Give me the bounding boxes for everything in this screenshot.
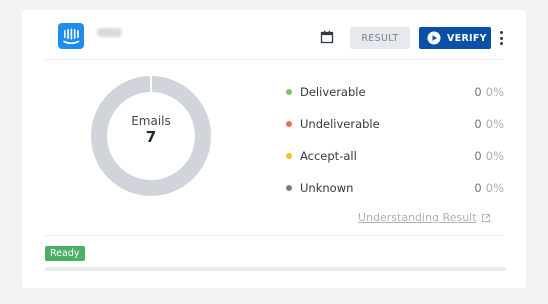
legend-percent: 0% <box>485 85 504 99</box>
legend-label: Deliverable <box>300 85 366 99</box>
verify-button-label: VERIFY <box>447 32 487 44</box>
legend-percent: 0% <box>485 181 504 195</box>
progress-bar <box>45 267 506 271</box>
divider <box>44 235 504 236</box>
legend-item-unknown: Unknown 0 0% <box>284 172 504 204</box>
legend-count: 0 <box>474 117 482 131</box>
legend-percent: 0% <box>485 149 504 163</box>
legend-label: Accept-all <box>300 149 357 163</box>
result-legend: Deliverable 0 0% Undeliverable 0 0% Acce… <box>284 76 504 204</box>
legend-count: 0 <box>474 181 482 195</box>
legend-percent: 0% <box>485 117 504 131</box>
accept-all-dot-icon <box>286 153 292 159</box>
legend-count: 0 <box>474 85 482 99</box>
verification-card: RESULT VERIFY Emails 7 Deliverable 0 0% <box>22 10 526 288</box>
card-header: RESULT VERIFY <box>22 10 526 60</box>
verify-button[interactable]: VERIFY <box>419 27 491 49</box>
list-name <box>97 28 122 37</box>
status-badge: Ready <box>45 246 85 261</box>
legend-label: Unknown <box>300 181 354 195</box>
intercom-logo-icon <box>58 23 84 49</box>
unknown-dot-icon <box>286 185 292 191</box>
result-button[interactable]: RESULT <box>350 27 410 49</box>
deliverable-dot-icon <box>286 89 292 95</box>
understanding-result-link[interactable]: Understanding Result <box>358 211 491 224</box>
donut-label: Emails <box>131 114 171 128</box>
divider <box>44 59 504 60</box>
legend-count: 0 <box>474 149 482 163</box>
external-link-icon <box>481 213 490 222</box>
calendar-icon[interactable] <box>320 30 334 44</box>
legend-item-deliverable: Deliverable 0 0% <box>284 76 504 108</box>
understanding-result-label: Understanding Result <box>358 211 477 224</box>
more-vertical-icon[interactable] <box>497 29 505 47</box>
legend-label: Undeliverable <box>300 117 380 131</box>
email-total: 7 <box>145 128 157 146</box>
undeliverable-dot-icon <box>286 121 292 127</box>
play-circle-icon <box>427 31 441 45</box>
legend-item-accept-all: Accept-all 0 0% <box>284 140 504 172</box>
legend-item-undeliverable: Undeliverable 0 0% <box>284 108 504 140</box>
